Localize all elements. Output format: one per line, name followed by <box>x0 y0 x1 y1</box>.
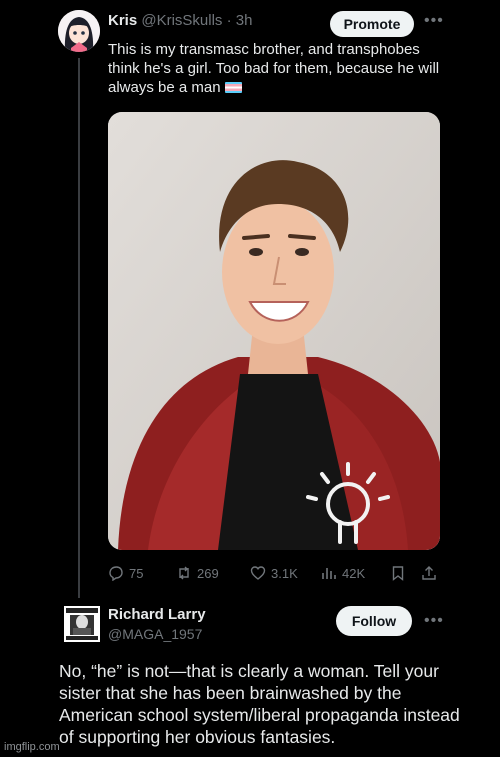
reply-post: Richard Larry @MAGA_1957 Follow ••• No, … <box>0 590 500 757</box>
bookmark-action[interactable] <box>390 565 406 581</box>
reply-text: No, “he” is not—that is clearly a woman.… <box>59 661 460 747</box>
analytics-icon <box>322 568 336 579</box>
reply-author-handle[interactable]: @MAGA_1957 <box>108 626 202 642</box>
follow-button[interactable]: Follow <box>336 606 412 636</box>
like-action[interactable]: 3.1K <box>250 565 298 581</box>
author-name[interactable]: Kris <box>108 12 137 29</box>
repost-icon <box>179 566 189 580</box>
share-action[interactable] <box>421 565 437 581</box>
original-post: Kris @KrisSkulls · 3h Promote ••• This i… <box>0 0 500 598</box>
watermark: imgflip.com <box>4 741 60 753</box>
like-count: 3.1K <box>271 565 298 581</box>
more-options-icon[interactable]: ••• <box>424 12 444 30</box>
reply-action[interactable]: 75 <box>108 565 143 581</box>
author-avatar[interactable] <box>58 10 100 52</box>
post-text: This is my transmasc brother, and transp… <box>108 40 448 97</box>
post-image[interactable] <box>108 112 440 550</box>
repost-action[interactable]: 269 <box>176 565 219 581</box>
promote-button[interactable]: Promote <box>330 11 414 37</box>
reply-author-avatar[interactable] <box>64 606 100 642</box>
bookmark-icon <box>392 566 404 581</box>
post-text-content: This is my transmasc brother, and transp… <box>108 41 440 96</box>
post-header: Kris @KrisSkulls · 3h <box>108 12 252 29</box>
views-action[interactable]: 42K <box>321 565 365 581</box>
transgender-flag-icon <box>224 82 242 93</box>
views-count: 42K <box>342 565 366 581</box>
heart-icon <box>250 566 266 580</box>
reply-more-options-icon[interactable]: ••• <box>424 612 444 630</box>
reply-icon <box>109 566 123 581</box>
separator: · <box>226 12 232 29</box>
post-actions-bar: 75 269 3.1K 42K <box>108 565 443 585</box>
post-time[interactable]: 3h <box>236 12 253 29</box>
reply-author-name[interactable]: Richard Larry <box>108 606 206 623</box>
author-handle[interactable]: @KrisSkulls <box>141 12 222 29</box>
repost-count: 269 <box>197 565 219 581</box>
thread-connector-line <box>78 58 80 598</box>
share-icon <box>422 566 436 580</box>
reply-count: 75 <box>129 565 144 581</box>
